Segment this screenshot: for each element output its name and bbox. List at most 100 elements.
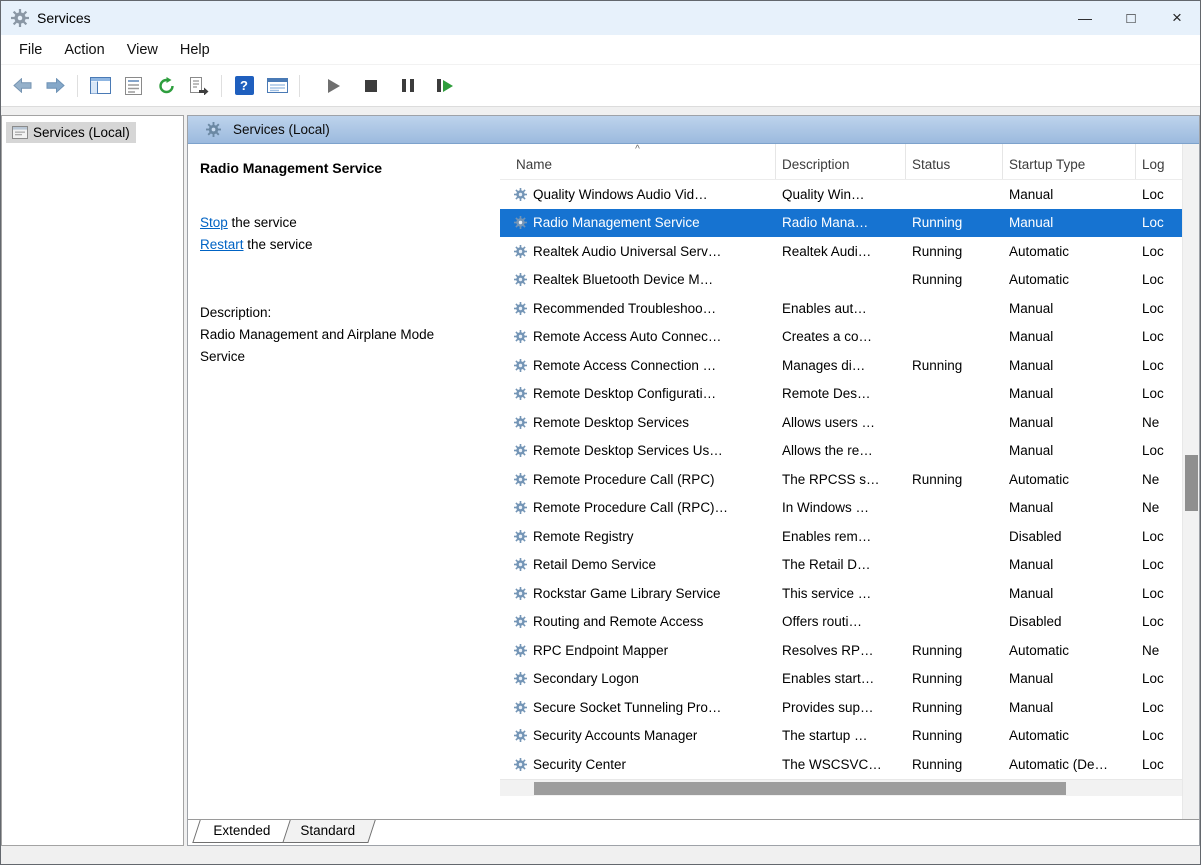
service-name-cell: Recommended Troubleshoo… <box>500 301 776 316</box>
service-row[interactable]: Remote Registry Enables rem… Disabled Loc <box>500 522 1182 551</box>
stop-service-link[interactable]: Stop <box>200 215 228 230</box>
close-button[interactable]: × <box>1154 1 1200 35</box>
service-gear-icon <box>514 387 527 401</box>
service-gear-icon <box>514 643 527 657</box>
restart-service-button[interactable] <box>432 73 458 99</box>
toolbar-separator <box>299 74 300 97</box>
service-row[interactable]: Realtek Audio Universal Serv… Realtek Aud… <box>500 237 1182 266</box>
column-header-startup-type[interactable]: Startup Type <box>1003 144 1136 179</box>
help-button[interactable]: ? <box>231 73 257 99</box>
tab-extended[interactable]: Extended <box>192 820 291 843</box>
service-row[interactable]: Routing and Remote Access Offers routi… Di… <box>500 608 1182 637</box>
vertical-scrollbar-thumb[interactable] <box>1185 454 1198 511</box>
refresh-button[interactable] <box>153 73 179 99</box>
service-row[interactable]: Quality Windows Audio Vid… Quality Win… Ma… <box>500 180 1182 209</box>
service-row[interactable]: Remote Desktop Configurati… Remote Des… Ma… <box>500 380 1182 409</box>
service-status: Running <box>912 243 963 259</box>
properties-window-button[interactable] <box>264 73 290 99</box>
menu-action[interactable]: Action <box>54 38 114 62</box>
properties-button[interactable] <box>120 73 146 99</box>
service-row[interactable]: Remote Desktop Services Us… Allows the re… <box>500 437 1182 466</box>
service-name: Remote Desktop Services Us… <box>533 443 723 459</box>
refresh-icon <box>158 76 174 93</box>
service-row[interactable]: Secondary Logon Enables start… Running Manu… <box>500 665 1182 694</box>
menu-help[interactable]: Help <box>170 38 220 62</box>
service-description: Enables aut… <box>782 300 867 316</box>
service-startup-type: Automatic <box>1009 471 1070 487</box>
service-row[interactable]: Retail Demo Service The Retail D… Manual Lo… <box>500 551 1182 580</box>
service-startup-type: Manual <box>1009 186 1054 202</box>
service-row[interactable]: Realtek Bluetooth Device M… Running Automa… <box>500 266 1182 295</box>
minimize-button[interactable]: — <box>1062 1 1108 35</box>
column-header-description[interactable]: Description <box>776 144 906 179</box>
description-label: Description: <box>200 305 272 320</box>
service-name-cell: Remote Desktop Services <box>500 415 776 430</box>
panel-header: Services (Local) <box>188 116 1199 144</box>
properties-list-icon <box>124 76 142 95</box>
service-row[interactable]: Remote Procedure Call (RPC) The RPCSS s… R… <box>500 465 1182 494</box>
service-row[interactable]: Security Center The WSCSVC… Running Automat… <box>500 750 1182 779</box>
column-header-status[interactable]: Status <box>906 144 1003 179</box>
restart-link-suffix: the service <box>243 237 313 252</box>
service-gear-icon <box>514 700 527 714</box>
tab-standard[interactable]: Standard <box>279 820 376 843</box>
show-console-tree-button[interactable] <box>87 73 113 99</box>
back-button[interactable] <box>9 73 35 99</box>
service-description: Enables rem… <box>782 528 872 544</box>
service-status: Running <box>912 642 963 658</box>
service-row[interactable]: Secure Socket Tunneling Pro… Provides sup… <box>500 693 1182 722</box>
panel-header-title: Services (Local) <box>233 122 330 137</box>
service-row[interactable]: Remote Desktop Services Allows users … Man… <box>500 408 1182 437</box>
service-description: The WSCSVC… <box>782 756 882 772</box>
bottom-strip <box>1 846 1200 864</box>
service-row[interactable]: Security Accounts Manager The startup … Ru… <box>500 722 1182 751</box>
service-name-cell: Remote Procedure Call (RPC) <box>500 472 776 487</box>
service-description: The RPCSS s… <box>782 471 880 487</box>
horizontal-scrollbar[interactable] <box>500 778 1182 796</box>
service-row[interactable]: Recommended Troubleshoo… Enables aut… Manu… <box>500 294 1182 323</box>
vertical-scrollbar[interactable] <box>1182 144 1199 819</box>
forward-button[interactable] <box>42 73 68 99</box>
export-list-button[interactable] <box>186 73 212 99</box>
service-row[interactable]: Rockstar Game Library Service This servic… <box>500 579 1182 608</box>
column-header-log-on-as[interactable]: Log <box>1136 144 1182 179</box>
service-startup-type: Manual <box>1009 557 1054 573</box>
service-log-on-as: Loc <box>1142 728 1164 744</box>
service-startup-type: Manual <box>1009 500 1054 516</box>
service-name-cell: Remote Access Auto Connec… <box>500 329 776 344</box>
menu-file[interactable]: File <box>9 38 52 62</box>
service-log-on-as: Ne <box>1142 642 1160 658</box>
service-log-on-as: Loc <box>1142 186 1164 202</box>
tree-item-label: Services (Local) <box>33 125 130 140</box>
service-row[interactable]: RPC Endpoint Mapper Resolves RP… Running Au… <box>500 636 1182 665</box>
maximize-button[interactable]: □ <box>1108 1 1154 35</box>
service-log-on-as: Loc <box>1142 585 1164 601</box>
horizontal-scrollbar-thumb[interactable] <box>534 781 1066 795</box>
service-row[interactable]: Remote Procedure Call (RPC)… In Windows …… <box>500 494 1182 523</box>
tree-item-services-local[interactable]: Services (Local) <box>6 122 136 143</box>
service-description: Manages di… <box>782 357 866 373</box>
service-description: Realtek Audi… <box>782 243 872 259</box>
stop-service-button[interactable] <box>358 73 384 99</box>
service-description: Quality Win… <box>782 186 865 202</box>
service-startup-type: Manual <box>1009 671 1054 687</box>
column-header-name[interactable]: ^ Name <box>500 144 776 179</box>
service-log-on-as: Loc <box>1142 215 1164 231</box>
back-arrow-icon <box>12 78 31 93</box>
service-row[interactable]: Remote Access Connection … Manages di… Run… <box>500 351 1182 380</box>
start-service-button[interactable] <box>321 73 347 99</box>
service-status: Running <box>912 357 963 373</box>
service-list-rows: Quality Windows Audio Vid… Quality Win… Ma… <box>500 180 1182 779</box>
service-name: Remote Desktop Services <box>533 414 690 430</box>
service-startup-type: Manual <box>1009 300 1054 316</box>
pause-service-button[interactable] <box>395 73 421 99</box>
restart-service-link[interactable]: Restart <box>200 237 244 252</box>
service-status: Running <box>912 671 963 687</box>
service-row[interactable]: Remote Access Auto Connec… Creates a co… M… <box>500 323 1182 352</box>
menu-view[interactable]: View <box>117 38 168 62</box>
service-name: Quality Windows Audio Vid… <box>533 186 708 202</box>
service-log-on-as: Loc <box>1142 528 1164 544</box>
service-startup-type: Automatic <box>1009 728 1070 744</box>
titlebar: Services — □ × <box>1 1 1200 35</box>
service-row[interactable]: Radio Management Service Radio Mana… Runni… <box>500 208 1182 237</box>
